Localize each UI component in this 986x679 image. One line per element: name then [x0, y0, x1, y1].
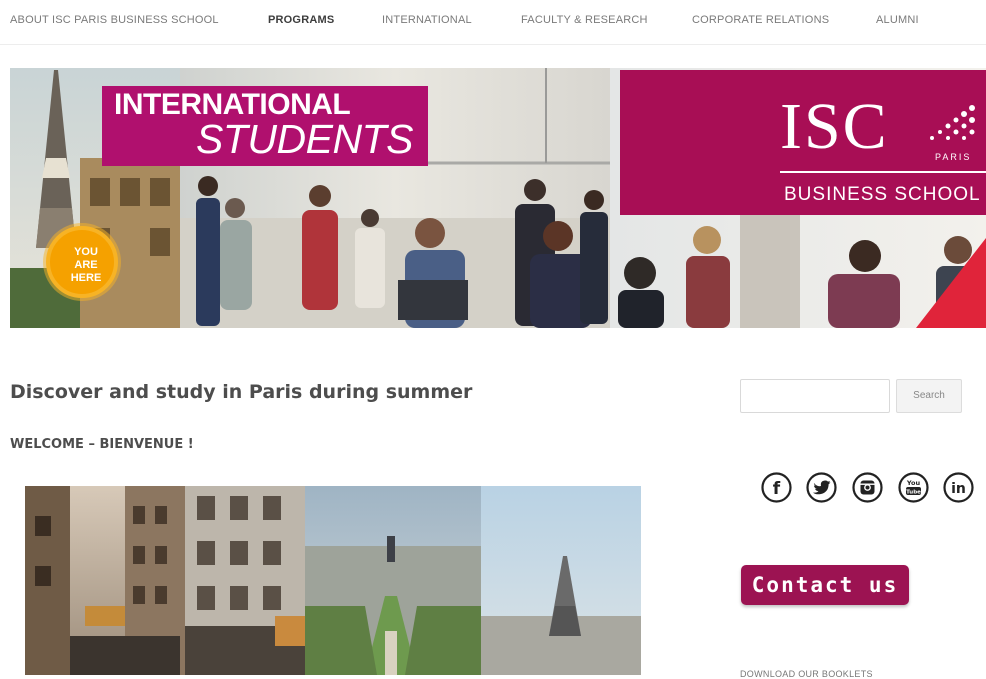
isc-logo-city: PARIS — [935, 152, 972, 162]
svg-text:in: in — [951, 481, 966, 497]
youtube-icon[interactable]: You Tube — [898, 472, 929, 503]
nav-item-faculty-research[interactable]: FACULTY & RESEARCH — [521, 14, 648, 26]
svg-text:Tube: Tube — [906, 490, 921, 496]
isc-logo-dots-icon — [930, 105, 975, 140]
nav-item-about[interactable]: ABOUT ISC PARIS BUSINESS SCHOOL — [10, 14, 219, 26]
twitter-icon[interactable] — [806, 472, 837, 503]
isc-logo-text: ISC — [780, 90, 889, 163]
svg-text:f: f — [773, 479, 781, 499]
hero-banner: INTERNATIONAL STUDENTS ISC PARIS BUSINES… — [10, 68, 986, 328]
nav-item-alumni[interactable]: ALUMNI — [876, 14, 919, 26]
nav-divider — [0, 44, 986, 45]
nav-item-programs[interactable]: PROGRAMS — [268, 14, 334, 26]
top-navigation: ABOUT ISC PARIS BUSINESS SCHOOL PROGRAMS… — [0, 0, 986, 44]
download-booklets-heading: DOWNLOAD OUR BOOKLETS — [740, 669, 873, 679]
svg-text:You: You — [906, 479, 921, 487]
instagram-icon[interactable] — [852, 472, 883, 503]
nav-item-international[interactable]: INTERNATIONAL — [382, 14, 472, 26]
you-are-here-text: YOU ARE HERE — [70, 246, 102, 284]
page-headline: Discover and study in Paris during summe… — [10, 381, 473, 403]
paris-photo — [25, 486, 641, 675]
search-input[interactable] — [740, 379, 890, 413]
facebook-icon[interactable]: f — [761, 472, 792, 503]
linkedin-icon[interactable]: in — [943, 472, 974, 503]
isc-logo-subtitle: BUSINESS SCHOOL — [784, 184, 981, 205]
banner-title-line2: STUDENTS — [196, 116, 413, 162]
isc-logo-rule — [780, 171, 986, 173]
search-button[interactable]: Search — [896, 379, 962, 413]
nav-item-corporate-relations[interactable]: CORPORATE RELATIONS — [692, 14, 829, 26]
contact-us-button[interactable]: Contact us — [741, 565, 909, 605]
paris-photo-collage — [25, 486, 641, 675]
welcome-heading: WELCOME – BIENVENUE ! — [10, 437, 194, 452]
